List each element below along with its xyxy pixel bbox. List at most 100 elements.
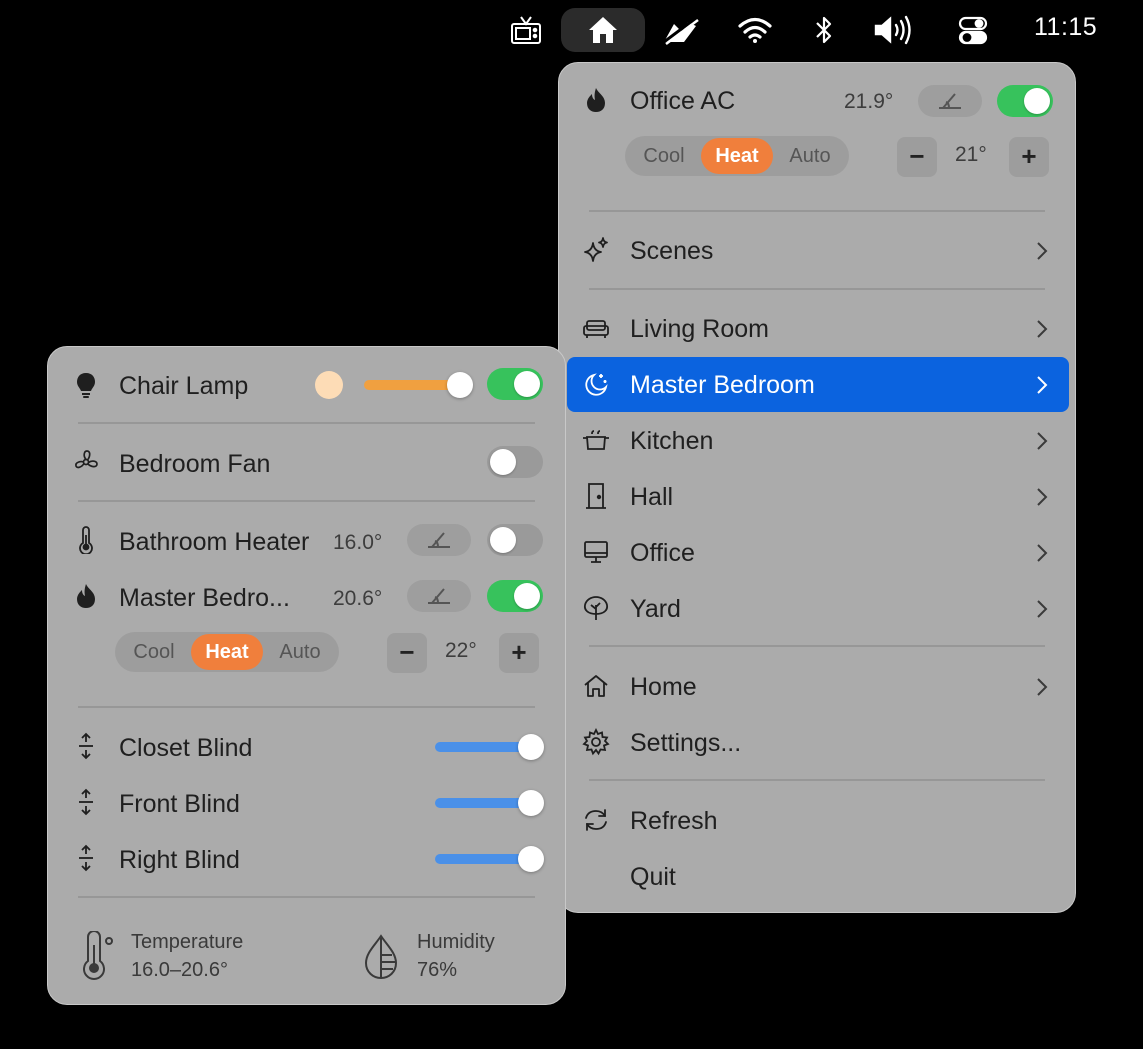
divider bbox=[589, 288, 1045, 290]
scenes-menu-item[interactable]: Scenes bbox=[630, 237, 713, 266]
blind-position-slider[interactable] bbox=[435, 854, 531, 864]
ac-mode-heat[interactable]: Heat bbox=[701, 138, 773, 174]
angle-icon bbox=[939, 93, 961, 109]
blind-name: Closet Blind bbox=[119, 734, 253, 762]
chevron-right-icon bbox=[1037, 678, 1048, 696]
blind-position-knob[interactable] bbox=[518, 846, 544, 872]
room-office[interactable]: Office bbox=[630, 539, 695, 568]
bathroom-heater-thermostat-button[interactable] bbox=[407, 524, 471, 556]
blind-position-slider[interactable] bbox=[435, 798, 531, 808]
divider bbox=[78, 896, 535, 898]
chevron-right-icon bbox=[1037, 242, 1048, 260]
bedroom-mode-heat[interactable]: Heat bbox=[191, 634, 263, 670]
chevron-right-icon bbox=[1037, 488, 1048, 506]
chevron-right-icon bbox=[1037, 376, 1048, 394]
airplay-icon[interactable] bbox=[659, 8, 701, 52]
lamp-brightness-knob[interactable] bbox=[447, 372, 473, 398]
cooking-pot-icon bbox=[581, 425, 611, 455]
ac-mode-cool[interactable]: Cool bbox=[625, 136, 703, 176]
refresh-menu-item[interactable]: Refresh bbox=[630, 807, 718, 836]
chevron-right-icon bbox=[1037, 320, 1048, 338]
humidity-icon bbox=[361, 933, 401, 981]
moon-stars-icon bbox=[581, 369, 611, 399]
lamp-power-toggle[interactable] bbox=[487, 368, 543, 400]
bedroom-mode-auto[interactable]: Auto bbox=[261, 632, 339, 672]
room-hall[interactable]: Hall bbox=[630, 483, 673, 512]
sparkles-icon bbox=[581, 235, 611, 265]
bedroom-heater-name: Master Bedro... bbox=[119, 584, 290, 612]
bathroom-heater-power-toggle[interactable] bbox=[487, 524, 543, 556]
bluetooth-icon[interactable] bbox=[810, 8, 838, 52]
fan-name: Bedroom Fan bbox=[119, 450, 271, 478]
humidity-label: Humidity bbox=[417, 931, 495, 953]
house-icon bbox=[581, 671, 611, 701]
angle-icon bbox=[428, 588, 450, 604]
fan-icon bbox=[71, 447, 101, 477]
lamp-brightness-slider[interactable] bbox=[364, 380, 460, 390]
temperature-label: Temperature bbox=[131, 931, 244, 953]
master-bedroom-submenu: Chair Lamp Bedroom Fan Bathroom Heater 1… bbox=[47, 346, 566, 1005]
divider bbox=[589, 779, 1045, 781]
volume-icon[interactable] bbox=[872, 8, 918, 52]
room-yard[interactable]: Yard bbox=[630, 595, 681, 624]
thermometer-icon bbox=[71, 525, 101, 555]
home-icon[interactable] bbox=[561, 8, 645, 52]
bedroom-target-temp: 22° bbox=[445, 639, 477, 662]
lamp-name: Chair Lamp bbox=[119, 372, 249, 400]
bedroom-heater-temp: 20.6° bbox=[333, 587, 383, 610]
room-kitchen[interactable]: Kitchen bbox=[630, 427, 713, 456]
bedroom-temp-minus-button[interactable]: − bbox=[387, 633, 427, 673]
fan-power-toggle[interactable] bbox=[487, 446, 543, 478]
control-center-icon[interactable] bbox=[955, 8, 991, 52]
blind-name: Front Blind bbox=[119, 790, 240, 818]
bedroom-mode-cool[interactable]: Cool bbox=[115, 632, 193, 672]
humidity-value: 76% bbox=[417, 959, 458, 981]
ac-target-temp: 21° bbox=[955, 143, 987, 166]
bedroom-heater-thermostat-button[interactable] bbox=[407, 580, 471, 612]
temperature-value: 16.0–20.6° bbox=[131, 959, 228, 981]
ac-thermostat-button[interactable] bbox=[918, 85, 982, 117]
ac-power-toggle[interactable] bbox=[997, 85, 1053, 117]
chevron-right-icon bbox=[1037, 432, 1048, 450]
bedroom-heater-power-toggle[interactable] bbox=[487, 580, 543, 612]
blind-icon bbox=[71, 731, 101, 761]
ac-temp-minus-button[interactable]: − bbox=[897, 137, 937, 177]
room-master-bedroom[interactable]: Master Bedroom bbox=[630, 371, 815, 400]
angle-icon bbox=[428, 532, 450, 548]
blind-icon bbox=[71, 787, 101, 817]
blind-position-knob[interactable] bbox=[518, 734, 544, 760]
bedroom-heater-mode-segmented: Cool Heat Auto bbox=[115, 632, 339, 672]
ac-name: Office AC bbox=[630, 87, 736, 115]
bathroom-heater-name: Bathroom Heater bbox=[119, 528, 310, 556]
ac-mode-auto[interactable]: Auto bbox=[771, 136, 849, 176]
blind-position-slider[interactable] bbox=[435, 742, 531, 752]
divider bbox=[78, 422, 535, 424]
quit-menu-item[interactable]: Quit bbox=[630, 863, 676, 892]
settings-menu-item[interactable]: Settings... bbox=[630, 729, 741, 758]
ac-current-temp: 21.9° bbox=[844, 90, 894, 113]
thermometer-sensor-icon bbox=[78, 930, 118, 981]
blind-icon bbox=[71, 843, 101, 873]
flame-icon bbox=[581, 85, 611, 115]
tv-icon[interactable] bbox=[508, 8, 544, 52]
desktop-icon bbox=[581, 537, 611, 567]
room-living-room[interactable]: Living Room bbox=[630, 315, 769, 344]
refresh-icon bbox=[581, 805, 611, 835]
lightbulb-icon bbox=[71, 370, 101, 400]
chevron-right-icon bbox=[1037, 544, 1048, 562]
wifi-icon[interactable] bbox=[736, 8, 774, 52]
ac-temp-plus-button[interactable]: + bbox=[1009, 137, 1049, 177]
blind-position-knob[interactable] bbox=[518, 790, 544, 816]
flame-icon bbox=[71, 581, 101, 611]
lamp-color-swatch[interactable] bbox=[315, 371, 343, 399]
divider bbox=[78, 500, 535, 502]
door-icon bbox=[581, 481, 611, 511]
menubar-clock[interactable]: 11:15 bbox=[1034, 13, 1097, 42]
divider bbox=[589, 645, 1045, 647]
menu-bar: 11:15 bbox=[0, 0, 1143, 58]
bedroom-temp-plus-button[interactable]: + bbox=[499, 633, 539, 673]
chevron-right-icon bbox=[1037, 600, 1048, 618]
tree-icon bbox=[581, 593, 611, 623]
sofa-icon bbox=[581, 314, 611, 344]
home-menu-item[interactable]: Home bbox=[630, 673, 697, 702]
